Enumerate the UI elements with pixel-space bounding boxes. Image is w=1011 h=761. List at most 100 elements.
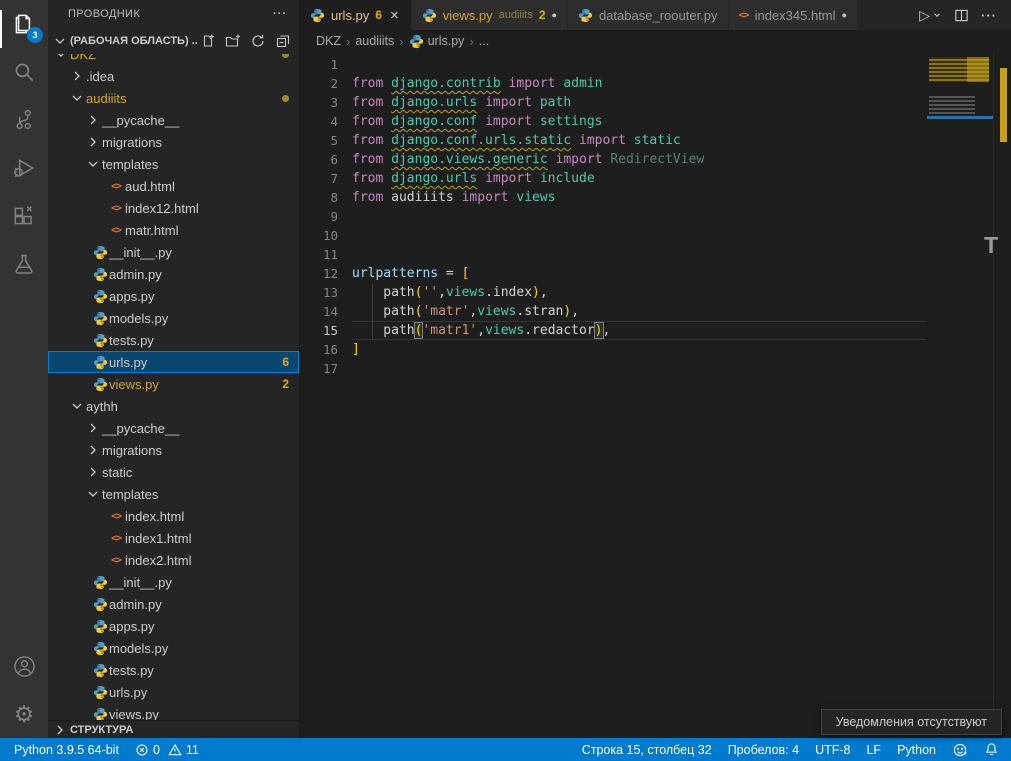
activity-settings[interactable]: ⚙: [0, 690, 48, 738]
dirty-indicator-dot: ●: [552, 10, 557, 20]
workspace-section-header[interactable]: (РАБОЧАЯ ОБЛАСТЬ) ...: [48, 28, 299, 54]
code-token: audiiits: [391, 190, 454, 205]
python-icon: [91, 245, 109, 260]
breadcrumb-item[interactable]: audiiits: [355, 34, 394, 48]
line-number: 6: [300, 150, 352, 169]
tree-item-label: models.py: [109, 311, 168, 326]
tree-item-admin.py[interactable]: admin.py: [48, 263, 299, 285]
tab-database_roouter.py[interactable]: database_roouter.py: [568, 0, 729, 30]
notifications-bell-icon[interactable]: [976, 738, 1007, 761]
tree-item-label: .idea: [86, 69, 114, 84]
code-token: include: [540, 171, 595, 186]
activity-source-control[interactable]: [0, 96, 48, 144]
collapse-all-button[interactable]: [275, 33, 291, 49]
tree-item-DKZ[interactable]: DKZ: [48, 54, 299, 65]
refresh-icon[interactable]: [250, 33, 266, 49]
activity-search[interactable]: [0, 48, 48, 96]
tree-item-aythh[interactable]: aythh: [48, 395, 299, 417]
explorer-more-button[interactable]: ···: [273, 8, 287, 20]
tree-item-tests.py[interactable]: tests.py: [48, 329, 299, 351]
tree-item-migrations[interactable]: migrations: [48, 439, 299, 461]
tree-item-matr.html[interactable]: <>matr.html: [48, 219, 299, 241]
account-icon: [11, 653, 38, 680]
code-token: django.urls: [391, 171, 477, 186]
tree-item-index2.html[interactable]: <>index2.html: [48, 549, 299, 571]
tree-item-audiiits[interactable]: audiiits: [48, 87, 299, 109]
tree-item-apps.py[interactable]: apps.py: [48, 615, 299, 637]
new-file-button[interactable]: [200, 33, 216, 49]
minimap[interactable]: [927, 52, 993, 192]
feedback-icon[interactable]: [944, 738, 976, 761]
code-line-7: from django.urls import include: [352, 169, 925, 188]
tree-item-aud.html[interactable]: <>aud.html: [48, 175, 299, 197]
split-editor-button[interactable]: [954, 8, 969, 23]
tab-close-button[interactable]: ×: [388, 7, 401, 24]
activity-explorer[interactable]: 3: [0, 0, 48, 48]
tree-item-index1.html[interactable]: <>index1.html: [48, 527, 299, 549]
tree-item-urls.py[interactable]: urls.py: [48, 681, 299, 703]
tree-item-label: apps.py: [109, 289, 155, 304]
status-problems[interactable]: 0 11: [127, 738, 207, 761]
tree-item-views.py[interactable]: views.py2: [48, 373, 299, 395]
notification-toast[interactable]: Уведомления отсутствуют: [821, 709, 1002, 735]
code-token: import: [485, 114, 532, 129]
outline-section-header[interactable]: СТРУКТУРА: [48, 721, 299, 738]
tree-item-index.html[interactable]: <>index.html: [48, 505, 299, 527]
tab-urls.py[interactable]: urls.py6×: [300, 0, 412, 30]
toast-message: Уведомления отсутствуют: [836, 715, 987, 729]
tree-item-label: index.html: [125, 509, 184, 524]
tree-item-index12.html[interactable]: <>index12.html: [48, 197, 299, 219]
tree-item-urls.py[interactable]: urls.py6: [48, 351, 299, 373]
tree-item-label: admin.py: [109, 597, 162, 612]
html-icon: <>: [107, 203, 125, 214]
python-icon: [91, 355, 109, 370]
tree-item-admin.py[interactable]: admin.py: [48, 593, 299, 615]
line-number: 4: [300, 112, 352, 131]
html-icon: <>: [107, 181, 125, 192]
activity-account[interactable]: [0, 642, 48, 690]
tree-item-models.py[interactable]: models.py: [48, 637, 299, 659]
python-icon: [409, 34, 424, 49]
code-token: [383, 114, 391, 129]
code-area[interactable]: from django.contrib import adminfrom dja…: [352, 52, 925, 738]
code-token: views: [485, 323, 524, 338]
code-token: django.urls: [391, 95, 477, 110]
breadcrumb-item[interactable]: DKZ: [316, 34, 341, 48]
tree-item-.idea[interactable]: .idea: [48, 65, 299, 87]
editor-group: urls.py6×views.pyaudiiits2●database_roou…: [300, 0, 1011, 738]
tree-item-label: audiiits: [86, 91, 126, 106]
tree-item-label: __pycache__: [102, 113, 179, 128]
tree-item-templates[interactable]: templates: [48, 483, 299, 505]
status-indentation[interactable]: Пробелов: 4: [720, 738, 807, 761]
new-folder-button[interactable]: [225, 33, 241, 49]
breadcrumb-item[interactable]: ...: [479, 34, 489, 48]
editor-more-button[interactable]: ···: [981, 8, 997, 23]
tree-item-models.py[interactable]: models.py: [48, 307, 299, 329]
tree-item-__init__.py[interactable]: __init__.py: [48, 571, 299, 593]
tree-item-__pycache__[interactable]: __pycache__: [48, 109, 299, 131]
code-token: [: [462, 266, 470, 281]
tree-item-apps.py[interactable]: apps.py: [48, 285, 299, 307]
tree-item-__init__.py[interactable]: __init__.py: [48, 241, 299, 263]
tree-item-__pycache__[interactable]: __pycache__: [48, 417, 299, 439]
tree-item-static[interactable]: static: [48, 461, 299, 483]
run-button[interactable]: ▷: [919, 7, 942, 24]
python-icon: [91, 311, 109, 326]
breadcrumb-item[interactable]: urls.py: [409, 34, 465, 49]
tree-item-migrations[interactable]: migrations: [48, 131, 299, 153]
tab-views.py[interactable]: views.pyaudiiits2●: [412, 0, 568, 30]
activity-extensions[interactable]: [0, 192, 48, 240]
tree-item-views.py[interactable]: views.py: [48, 703, 299, 721]
tree-item-templates[interactable]: templates: [48, 153, 299, 175]
tree-item-tests.py[interactable]: tests.py: [48, 659, 299, 681]
overview-ruler: [993, 52, 1011, 738]
activity-run-debug[interactable]: [0, 144, 48, 192]
status-eol[interactable]: LF: [858, 738, 889, 761]
activity-testing[interactable]: [0, 240, 48, 288]
chevron-right-icon: [84, 112, 102, 128]
status-language[interactable]: Python: [889, 738, 944, 761]
status-encoding[interactable]: UTF-8: [807, 738, 858, 761]
status-python-version[interactable]: Python 3.9.5 64-bit: [6, 738, 127, 761]
status-cursor-position[interactable]: Строка 15, столбец 32: [574, 738, 720, 761]
tab-index345.html[interactable]: <>index345.html●: [729, 0, 858, 30]
